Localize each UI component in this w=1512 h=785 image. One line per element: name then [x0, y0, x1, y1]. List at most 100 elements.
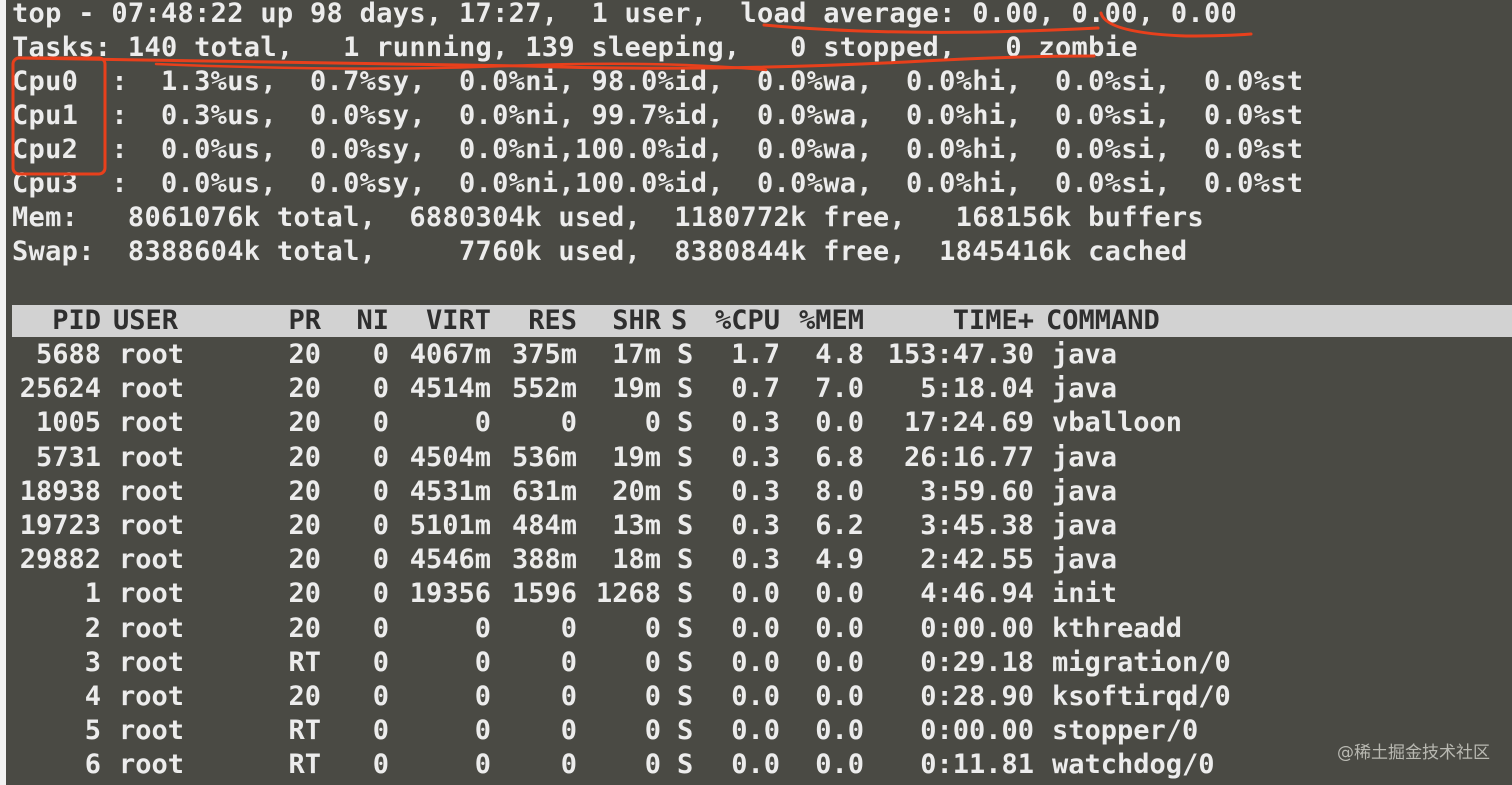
header-res[interactable]: RES [528, 305, 577, 337]
cell-shr: 17m [612, 339, 661, 370]
header-time[interactable]: TIME+ [953, 305, 1034, 337]
cell-command: ksoftirqd/0 [1052, 681, 1231, 712]
cell-ni: 0 [372, 578, 389, 610]
process-row[interactable]: 5688 root 20 0 4067m 375m 17m S 1.7 4.8 153:47.30 j… [12, 338, 1512, 372]
cell-mem: 0.0 [815, 407, 864, 439]
process-row[interactable]: 2 root 20 0 0 0 0 S 0.0 0.0 0:00.00 kthreadd [12, 612, 1512, 646]
cell-s: S [677, 475, 694, 507]
cell-time: 3:45.38 [920, 510, 1034, 541]
header-virt[interactable]: VIRT [426, 305, 491, 337]
header-pid[interactable]: PID [52, 305, 101, 337]
cell-pr: 20 [288, 544, 321, 576]
process-row[interactable]: 18938 root 20 0 4531m 631m 20m S 0.3 8.0 3:59.60 ja… [12, 475, 1512, 509]
cell-s: S [677, 681, 694, 712]
header-user[interactable]: USER [113, 305, 178, 337]
cell-pr: 20 [288, 407, 321, 439]
cell-pr: 20 [288, 373, 321, 405]
cell-user: root [119, 681, 185, 712]
cell-mem: 0.0 [815, 646, 864, 678]
swap-line: Swap: 8388604k total, 7760k used, 838084… [12, 236, 1188, 267]
cell-virt: 0 [474, 715, 491, 747]
cell-cpu: 0.0 [731, 646, 780, 678]
process-row[interactable]: 6 root RT 0 0 0 0 S 0.0 0.0 0:11.81 watchdog/0 [12, 748, 1512, 782]
cell-time: 153:47.30 [887, 339, 1034, 370]
header-cpu[interactable]: %CPU [715, 305, 780, 337]
cpu2-line: Cpu2 : 0.0%us, 0.0%sy, 0.0%ni,100.0%id, … [12, 134, 1304, 165]
process-row[interactable]: 1005 root 20 0 0 0 0 S 0.3 0.0 17:24.69 vballoon [12, 406, 1512, 440]
cell-ni: 0 [372, 475, 389, 507]
cell-s: S [677, 339, 694, 370]
cell-pr: 20 [288, 681, 321, 712]
cell-virt: 4531m [409, 475, 491, 507]
header-mem[interactable]: %MEM [799, 305, 864, 337]
cpu3-line: Cpu3 : 0.0%us, 0.0%sy, 0.0%ni,100.0%id, … [12, 168, 1304, 199]
cell-virt: 4067m [409, 339, 491, 370]
cell-shr: 19m [612, 441, 661, 473]
process-row[interactable]: 4 root 20 0 0 0 0 S 0.0 0.0 0:28.90 ksoftirqd/0 [12, 680, 1512, 714]
cell-pr: 20 [288, 612, 321, 644]
cell-cpu: 0.7 [731, 373, 780, 405]
cell-cpu: 0.3 [731, 475, 780, 507]
cell-time: 3:59.60 [920, 475, 1034, 507]
header-pr[interactable]: PR [288, 305, 321, 337]
header-command[interactable]: COMMAND [1046, 305, 1160, 337]
header-s[interactable]: S [671, 305, 687, 337]
cell-mem: 0.0 [815, 681, 864, 712]
cell-s: S [677, 749, 694, 781]
cell-pr: 20 [288, 475, 321, 507]
cell-res: 631m [511, 475, 577, 507]
cell-virt: 0 [474, 749, 491, 781]
cell-pid: 5688 [35, 339, 101, 370]
cell-s: S [677, 578, 694, 610]
cell-pid: 5 [84, 715, 101, 747]
cell-cpu: 0.3 [731, 407, 780, 439]
cpu0-line: Cpu0 : 1.3%us, 0.7%sy, 0.0%ni, 98.0%id, … [12, 66, 1304, 97]
process-row[interactable]: 19723 root 20 0 5101m 484m 13m S 0.3 6.2 3:45.38 ja… [12, 509, 1512, 543]
cell-pr: RT [288, 715, 321, 747]
cell-res: 0 [560, 715, 577, 747]
cell-res: 484m [511, 510, 577, 541]
cell-user: root [119, 475, 185, 507]
cell-command: kthreadd [1052, 612, 1183, 644]
cell-ni: 0 [372, 749, 389, 781]
cell-mem: 6.2 [815, 510, 864, 541]
process-row[interactable]: 5731 root 20 0 4504m 536m 19m S 0.3 6.8 26:16.77 ja… [12, 441, 1512, 475]
header-ni[interactable]: NI [356, 305, 389, 337]
cell-s: S [677, 441, 694, 473]
cell-cpu: 0.0 [731, 578, 780, 610]
process-row[interactable]: 29882 root 20 0 4546m 388m 18m S 0.3 4.9 2:42.55 ja… [12, 543, 1512, 577]
cell-s: S [677, 510, 694, 541]
cell-command: java [1052, 544, 1118, 576]
cell-cpu: 0.0 [731, 715, 780, 747]
cell-shr: 0 [644, 681, 661, 712]
cell-ni: 0 [372, 373, 389, 405]
cell-time: 17:24.69 [903, 407, 1034, 439]
cell-pr: 20 [288, 441, 321, 473]
cell-time: 2:42.55 [920, 544, 1034, 576]
cell-res: 0 [560, 681, 577, 712]
process-row[interactable]: 3 root RT 0 0 0 0 S 0.0 0.0 0:29.18 migration/0 [12, 646, 1512, 680]
header-shr[interactable]: SHR [612, 305, 661, 337]
cell-virt: 0 [474, 681, 491, 712]
cell-virt: 5101m [409, 510, 491, 541]
cell-s: S [677, 407, 694, 439]
cell-mem: 0.0 [815, 749, 864, 781]
cell-s: S [677, 715, 694, 747]
cell-s: S [677, 646, 694, 678]
process-row[interactable]: 5 root RT 0 0 0 0 S 0.0 0.0 0:00.00 stopper/0 [12, 714, 1512, 748]
cell-res: 0 [560, 407, 577, 439]
cell-pid: 1005 [35, 407, 101, 439]
cell-command: migration/0 [1052, 646, 1231, 678]
memory-line: Mem: 8061076k total, 6880304k used, 1180… [12, 202, 1204, 233]
cell-ni: 0 [372, 715, 389, 747]
cell-user: root [119, 612, 185, 644]
terminal-window[interactable]: top - 07:48:22 up 98 days, 17:27, 1 user… [0, 0, 1512, 785]
cell-virt: 4504m [409, 441, 491, 473]
cell-shr: 13m [612, 510, 661, 541]
cell-pid: 19723 [19, 510, 101, 541]
process-row[interactable]: 1 root 20 0 19356 1596 1268 S 0.0 0.0 4:46.94 init [12, 577, 1512, 611]
cell-shr: 20m [612, 475, 661, 507]
cell-shr: 0 [644, 646, 661, 678]
uptime-load-line: top - 07:48:22 up 98 days, 17:27, 1 user… [12, 0, 1238, 29]
process-row[interactable]: 25624 root 20 0 4514m 552m 19m S 0.7 7.0 5:18.04 ja… [12, 372, 1512, 406]
